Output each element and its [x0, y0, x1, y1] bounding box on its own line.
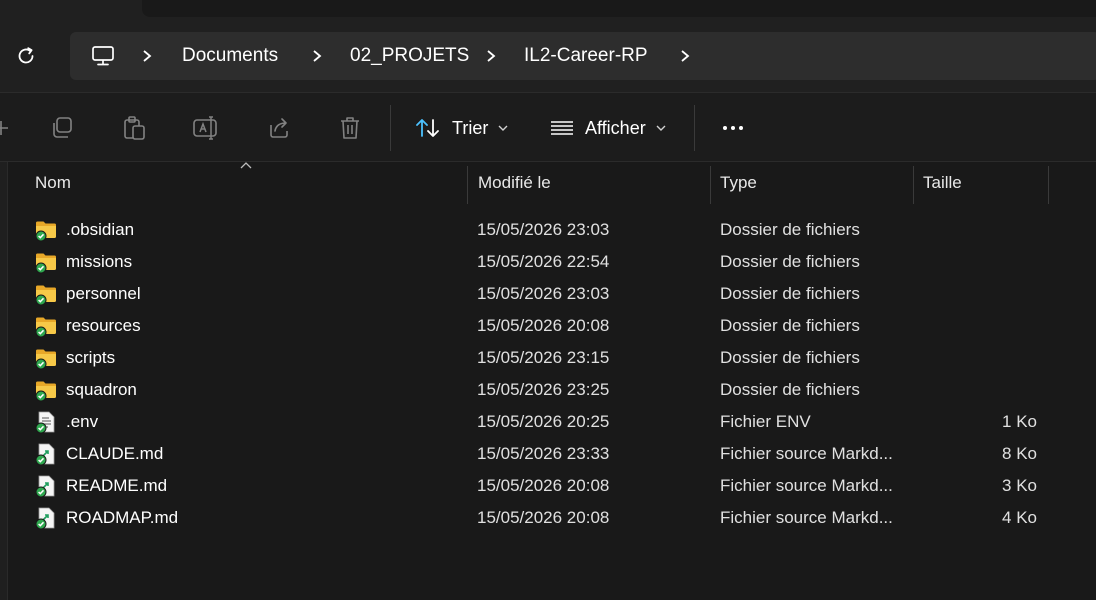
- file-modified: 15/05/2026 23:33: [477, 444, 610, 463]
- view-list-icon: [551, 121, 573, 135]
- text-file-synced-icon: [34, 410, 58, 434]
- paste-icon[interactable]: [119, 113, 149, 143]
- folder-synced-icon: [34, 250, 58, 274]
- file-size: 4 Ko: [1002, 508, 1037, 527]
- column-header-name[interactable]: Nom: [25, 162, 467, 204]
- file-modified: 15/05/2026 20:08: [477, 316, 610, 335]
- file-name: scripts: [66, 348, 116, 367]
- folder-synced-icon: [34, 282, 58, 306]
- file-row[interactable]: .obsidian 15/05/2026 23:03 Dossier de fich…: [30, 214, 1070, 246]
- file-name: personnel: [66, 284, 141, 303]
- file-modified: 15/05/2026 23:25: [477, 380, 610, 399]
- file-name: CLAUDE.md: [66, 444, 164, 463]
- sort-button[interactable]: Trier: [414, 111, 508, 145]
- file-modified: 15/05/2026 23:03: [477, 220, 610, 239]
- file-type: Dossier de fichiers: [720, 380, 860, 399]
- file-type: Dossier de fichiers: [720, 252, 860, 271]
- address-row: Documents 02_PROJETS IL2-Career-RP: [0, 20, 1096, 92]
- rename-icon[interactable]: [191, 113, 221, 143]
- refresh-icon: [18, 47, 34, 64]
- new-item-icon[interactable]: [0, 113, 16, 143]
- column-header-size[interactable]: Taille: [913, 162, 1048, 204]
- file-row[interactable]: .env 15/05/2026 20:25 Fichier ENV 1 Ko: [30, 406, 1070, 438]
- breadcrumb-il2-career-rp[interactable]: IL2-Career-RP: [524, 44, 648, 68]
- file-name: .obsidian: [66, 220, 135, 239]
- tab-bar-area: [142, 0, 1096, 17]
- file-name: squadron: [66, 380, 137, 399]
- file-size: 8 Ko: [1002, 444, 1037, 463]
- file-modified: 15/05/2026 23:03: [477, 284, 610, 303]
- sort-icon: [416, 119, 439, 137]
- chevron-right-icon[interactable]: [140, 46, 154, 66]
- file-size: 1 Ko: [1002, 412, 1037, 431]
- refresh-button[interactable]: [10, 40, 42, 72]
- delete-icon[interactable]: [335, 113, 365, 143]
- folder-synced-icon: [34, 314, 58, 338]
- chevron-down-icon: [498, 125, 508, 131]
- chevron-right-icon[interactable]: [678, 46, 692, 66]
- file-row[interactable]: resources 15/05/2026 20:08 Dossier de fich…: [30, 310, 1070, 342]
- share-icon[interactable]: [263, 113, 293, 143]
- more-options-icon: [723, 126, 727, 130]
- file-type: Dossier de fichiers: [720, 316, 860, 335]
- view-button[interactable]: Afficher: [549, 111, 666, 145]
- file-list: Nom Modifié le Type Taille .obsidian 15/0…: [0, 162, 1096, 600]
- file-type: Dossier de fichiers: [720, 348, 860, 367]
- column-header-modified[interactable]: Modifié le: [468, 162, 710, 204]
- chevron-down-icon: [656, 125, 666, 131]
- view-button-label: Afficher: [585, 117, 646, 138]
- file-name: README.md: [66, 476, 168, 495]
- file-row[interactable]: CLAUDE.md 15/05/2026 23:33 Fichier source …: [30, 438, 1070, 470]
- file-row[interactable]: personnel 15/05/2026 23:03 Dossier de fich…: [30, 278, 1070, 310]
- file-name: ROADMAP.md: [66, 508, 179, 527]
- file-type: Dossier de fichiers: [720, 284, 860, 303]
- copy-icon[interactable]: [47, 113, 77, 143]
- file-row[interactable]: scripts 15/05/2026 23:15 Dossier de fichie…: [30, 342, 1070, 374]
- file-name: .env: [66, 412, 99, 431]
- file-name: missions: [66, 252, 133, 271]
- address-bar[interactable]: Documents 02_PROJETS IL2-Career-RP: [70, 32, 1096, 80]
- markdown-file-synced-icon: [34, 474, 58, 498]
- file-modified: 15/05/2026 23:15: [477, 348, 610, 367]
- toolbar-divider: [390, 105, 391, 151]
- file-modified: 15/05/2026 20:25: [477, 412, 610, 431]
- file-type: Dossier de fichiers: [720, 220, 860, 239]
- file-size: 3 Ko: [1002, 476, 1037, 495]
- markdown-file-synced-icon: [34, 442, 58, 466]
- file-type: Fichier ENV: [720, 412, 811, 431]
- file-type: Fichier source Markd...: [720, 444, 893, 463]
- file-modified: 15/05/2026 22:54: [477, 252, 610, 271]
- file-row[interactable]: ROADMAP.md 15/05/2026 20:08 Fichier source…: [30, 502, 1070, 534]
- folder-synced-icon: [34, 218, 58, 242]
- file-row[interactable]: missions 15/05/2026 22:54 Dossier de fichi…: [30, 246, 1070, 278]
- tab-strip: [0, 0, 1096, 20]
- column-separator[interactable]: [1048, 166, 1049, 204]
- column-header-type[interactable]: Type: [710, 162, 913, 204]
- file-type: Fichier source Markd...: [720, 476, 893, 495]
- file-type: Fichier source Markd...: [720, 508, 893, 527]
- file-row[interactable]: README.md 15/05/2026 20:08 Fichier source …: [30, 470, 1070, 502]
- sort-button-label: Trier: [452, 117, 489, 138]
- command-bar: Trier Afficher: [0, 92, 1096, 162]
- file-modified: 15/05/2026 20:08: [477, 476, 610, 495]
- toolbar-divider: [694, 105, 695, 151]
- markdown-file-synced-icon: [34, 506, 58, 530]
- navigation-pane-edge: [0, 162, 8, 600]
- file-row[interactable]: squadron 15/05/2026 23:25 Dossier de fichi…: [30, 374, 1070, 406]
- breadcrumb-02-projets[interactable]: 02_PROJETS: [350, 44, 469, 68]
- file-name: resources: [66, 316, 141, 335]
- breadcrumb-documents[interactable]: Documents: [182, 44, 278, 68]
- this-pc-icon[interactable]: [90, 44, 116, 68]
- chevron-right-icon[interactable]: [310, 46, 324, 66]
- more-options-button[interactable]: [714, 111, 752, 145]
- file-modified: 15/05/2026 20:08: [477, 508, 610, 527]
- folder-synced-icon: [34, 346, 58, 370]
- chevron-right-icon[interactable]: [484, 46, 498, 66]
- folder-synced-icon: [34, 378, 58, 402]
